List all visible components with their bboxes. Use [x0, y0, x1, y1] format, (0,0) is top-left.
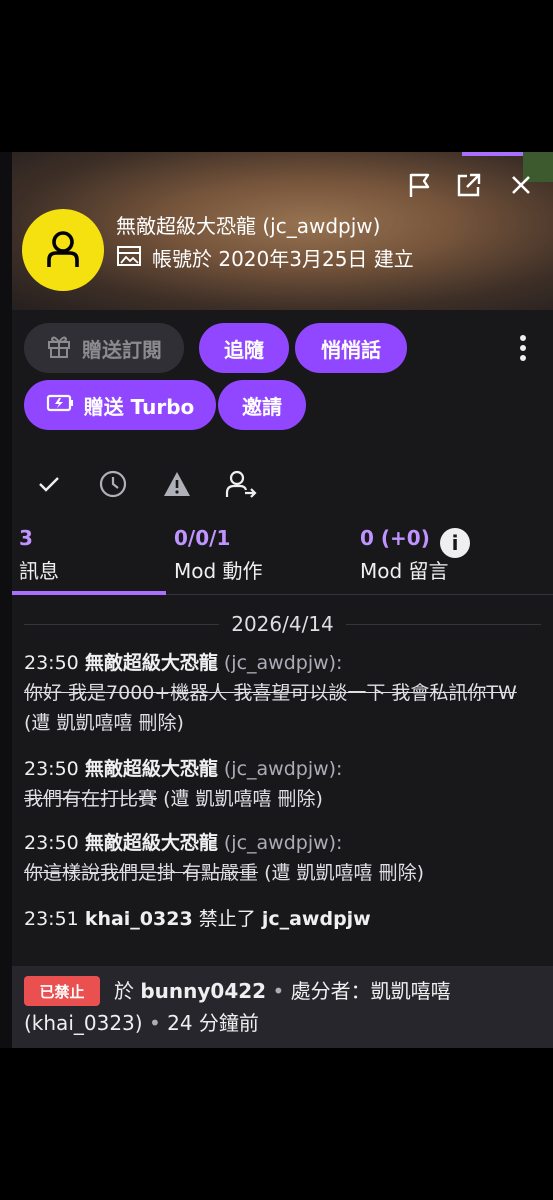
deleted-meta: (遭 凱凱嘻嘻 刪除): [24, 712, 184, 734]
ban-status-footer: 已禁止 於 bunny0422 • 處分者：凱凱嘻嘻 (khai_0323) •…: [12, 966, 553, 1048]
gift-sub-button[interactable]: 贈送訂閱: [24, 323, 184, 373]
warning-icon[interactable]: [157, 464, 197, 504]
ban-time-ago: 24 分鐘前: [167, 1011, 259, 1035]
chat-message: 23:50 無敵超級大恐龍 (jc_awdpjw): 你這樣說我們是掛 有點嚴重…: [24, 828, 544, 888]
separator-dot: •: [272, 979, 285, 1003]
stat-messages[interactable]: 3 訊息: [19, 526, 59, 584]
user-name: 無敵超級大恐龍 (jc_awdpjw): [116, 210, 380, 239]
chat-message: 23:50 無敵超級大恐龍 (jc_awdpjw): 你好 我是7000+機器人…: [24, 648, 544, 738]
messages-count: 3: [19, 526, 33, 550]
mod-comments-label: Mod 留言: [360, 559, 449, 583]
banned-badge: 已禁止: [24, 976, 100, 1006]
calendar-icon: [116, 243, 142, 272]
more-options-icon[interactable]: [508, 328, 538, 368]
avatar[interactable]: [22, 209, 104, 291]
message-user[interactable]: 無敵超級大恐龍: [85, 758, 218, 780]
ban-action: 禁止了: [198, 908, 256, 930]
message-login: (jc_awdpjw):: [223, 758, 343, 780]
created-text: 帳號於 2020年3月25日 建立: [152, 247, 414, 271]
whisper-label: 悄悄話: [321, 337, 381, 362]
message-user[interactable]: 無敵超級大恐龍: [85, 832, 218, 854]
active-tab-indicator: [12, 591, 166, 595]
check-icon[interactable]: [29, 464, 69, 504]
follow-label: 追隨: [224, 337, 264, 362]
mod-comments-count: 0 (+0): [360, 526, 430, 550]
ban-by-login: (khai_0323): [24, 1011, 143, 1035]
message-time: 23:50: [24, 832, 79, 854]
deleted-text: 你好 我是7000+機器人 我喜望可以談一下 我會私訊你TW: [24, 682, 517, 704]
message-time: 23:50: [24, 758, 79, 780]
deleted-meta: (遭 凱凱嘻嘻 刪除): [264, 862, 424, 884]
message-login: (jc_awdpjw):: [223, 832, 343, 854]
chat-message: 23:50 無敵超級大恐龍 (jc_awdpjw): 我們有在打比賽 (遭 凱凱…: [24, 754, 544, 814]
ban-status-line: 於 bunny0422 • 處分者：凱凱嘻嘻: [114, 976, 451, 1006]
user-viewer-card: 無敵超級大恐龍 (jc_awdpjw) 帳號於 2020年3月25日 建立 贈送…: [12, 152, 553, 1048]
stat-mod-comments[interactable]: 0 (+0) Mod 留言: [360, 526, 449, 584]
ban-time: 23:51: [24, 908, 79, 930]
separator-dot: •: [148, 1011, 161, 1035]
gift-icon: [46, 333, 72, 364]
ban-by-line: (khai_0323) • 24 分鐘前: [24, 1008, 259, 1038]
message-user[interactable]: 無敵超級大恐龍: [85, 652, 218, 674]
clock-icon[interactable]: [93, 464, 133, 504]
deleted-text: 你這樣說我們是掛 有點嚴重: [24, 862, 259, 884]
user-add-icon[interactable]: [221, 464, 261, 504]
display-name: 無敵超級大恐龍: [116, 214, 256, 238]
in-word: 於: [114, 979, 134, 1003]
gift-sub-label: 贈送訂閱: [82, 337, 162, 362]
gift-turbo-label: 贈送 Turbo: [83, 394, 195, 419]
account-created: 帳號於 2020年3月25日 建立: [116, 243, 414, 272]
date-separator: 2026/4/14: [12, 609, 553, 639]
info-icon[interactable]: i: [440, 528, 470, 558]
deleted-meta: (遭 凱凱嘻嘻 刪除): [163, 788, 323, 810]
left-edge: [0, 152, 12, 1048]
popout-icon[interactable]: [452, 168, 486, 202]
follow-button[interactable]: 追隨: [199, 323, 289, 373]
ban-channel[interactable]: bunny0422: [140, 979, 266, 1003]
message-time: 23:50: [24, 652, 79, 674]
mod-actions-count: 0/0/1: [174, 526, 231, 550]
login-name: (jc_awdpjw): [262, 214, 381, 238]
message-login: (jc_awdpjw):: [223, 652, 343, 674]
invite-button[interactable]: 邀請: [218, 380, 306, 430]
whisper-button[interactable]: 悄悄話: [295, 323, 407, 373]
close-icon[interactable]: [504, 168, 538, 202]
ban-event: 23:51 khai_0323 禁止了 jc_awdpjw: [24, 904, 544, 934]
ban-by-label: 處分者：凱凱嘻嘻: [290, 979, 451, 1003]
mod-actions-label: Mod 動作: [174, 559, 263, 583]
messages-label: 訊息: [19, 559, 59, 583]
gift-turbo-button[interactable]: 贈送 Turbo: [24, 380, 216, 430]
ban-target[interactable]: jc_awdpjw: [262, 908, 371, 930]
invite-label: 邀請: [242, 394, 282, 419]
ban-moderator[interactable]: khai_0323: [85, 908, 193, 930]
date-label: 2026/4/14: [231, 612, 334, 636]
battery-icon: [46, 392, 74, 419]
report-flag-icon[interactable]: [402, 168, 436, 202]
stat-mod-actions[interactable]: 0/0/1 Mod 動作: [174, 526, 263, 584]
deleted-text: 我們有在打比賽: [24, 788, 158, 810]
